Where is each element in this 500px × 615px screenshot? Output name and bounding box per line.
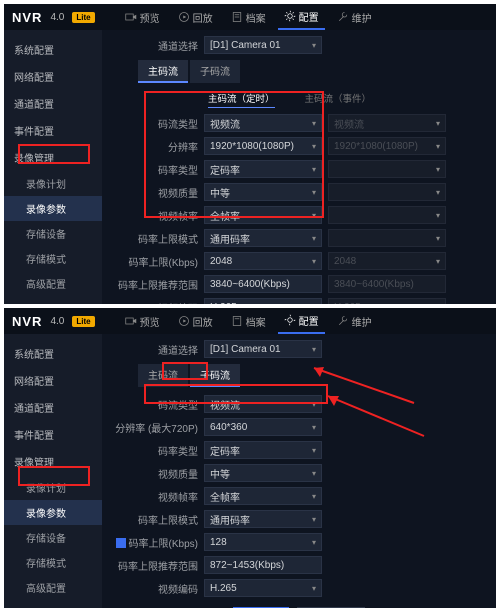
sidebar-item-event[interactable]: 事件配置 [4,117,102,144]
topbar: NVR 4.0 Lite 预览 回放 档案 配置 维护 [4,4,496,30]
tab-archive[interactable]: 档案 [225,309,272,334]
sidebar-item-channel[interactable]: 通道配置 [4,394,102,421]
stream-tabs: 主码流 子码流 [138,364,486,387]
screenshot-2: NVR 4.0 Lite 预览 回放 档案 配置 维护 系统配置 网络配置 通道… [4,308,496,608]
sidebar-sub-params[interactable]: 录像参数 [4,500,102,525]
brand-lite-badge: Lite [72,12,94,23]
codec-select[interactable]: H.265▾ [204,298,322,304]
sidebar-sub-mode[interactable]: 存储模式 [4,246,102,271]
main-tabs: 预览 回放 档案 配置 维护 [119,309,378,334]
stream-tab-sub[interactable]: 子码流 [190,364,240,387]
framerate-select[interactable]: 全帧率▾ [204,487,322,505]
channel-label: 通道选择 [112,342,198,357]
copy-button[interactable]: 复制到 [297,607,365,608]
tab-maintain[interactable]: 维护 [331,309,378,334]
tab-preview[interactable]: 预览 [119,309,166,334]
sidebar: 系统配置 网络配置 通道配置 事件配置 录像管理 录像计划 录像参数 存储设备 … [4,30,102,304]
sidebar-sub-storage[interactable]: 存储设备 [4,221,102,246]
channel-select[interactable]: [D1] Camera 01▾ [204,36,322,54]
sidebar-item-system[interactable]: 系统配置 [4,340,102,367]
tab-config[interactable]: 配置 [278,5,325,30]
codec-select[interactable]: H.265▾ [204,579,322,597]
brand-version: 4.0 [50,316,64,327]
screenshot-1: NVR 4.0 Lite 预览 回放 档案 配置 维护 系统配置 网络配置 通道… [4,4,496,304]
apply-button[interactable]: 应用 [233,607,289,608]
tab-playback[interactable]: 回放 [172,5,219,30]
sidebar-item-network[interactable]: 网络配置 [4,367,102,394]
maxbitrate-select[interactable]: 128▾ [204,533,322,551]
maxmode-select[interactable]: 通用码率▾ [204,229,322,247]
content-pane: 通道选择 [D1] Camera 01▾ 主码流 子码流 主码流（定时） 主码流… [102,30,496,304]
sidebar-item-channel[interactable]: 通道配置 [4,90,102,117]
stream-tab-sub[interactable]: 子码流 [190,60,240,83]
sidebar-sub-advanced[interactable]: 高级配置 [4,271,102,296]
maxbitrate-checkbox[interactable] [116,538,126,548]
sidebar-sub-advanced[interactable]: 高级配置 [4,575,102,600]
maxbitrate-select[interactable]: 2048▾ [204,252,322,270]
resolution-select[interactable]: 640*360▾ [204,418,322,436]
brand-name: NVR [12,314,42,329]
tab-config[interactable]: 配置 [278,309,325,334]
sidebar-item-record[interactable]: 录像管理 [4,144,102,171]
brand-lite-badge: Lite [72,316,94,327]
topbar: NVR 4.0 Lite 预览 回放 档案 配置 维护 [4,308,496,334]
main-tabs: 预览 回放 档案 配置 维护 [119,5,378,30]
maxmode-select[interactable]: 通用码率▾ [204,510,322,528]
sidebar-sub-storage[interactable]: 存储设备 [4,525,102,550]
bitrate-type-select[interactable]: 定码率▾ [204,441,322,459]
sidebar-sub-mode[interactable]: 存储模式 [4,550,102,575]
framerate-select[interactable]: 全帧率▾ [204,206,322,224]
section-head: 主码流（定时） 主码流（事件） [208,91,486,108]
sidebar: 系统配置 网络配置 通道配置 事件配置 录像管理 录像计划 录像参数 存储设备 … [4,334,102,608]
stream-tabs: 主码流 子码流 [138,60,486,83]
channel-label: 通道选择 [112,38,198,53]
stream-type-select[interactable]: 视频流▾ [204,114,322,132]
sidebar-item-event[interactable]: 事件配置 [4,421,102,448]
tab-playback[interactable]: 回放 [172,309,219,334]
tab-maintain[interactable]: 维护 [331,5,378,30]
range-readout: 872~1453(Kbps) [204,556,322,574]
tab-archive[interactable]: 档案 [225,5,272,30]
stream-tab-main[interactable]: 主码流 [138,364,188,387]
quality-select[interactable]: 中等▾ [204,183,322,201]
content-pane: 通道选择 [D1] Camera 01▾ 主码流 子码流 码流类型视频流▾ 分辨… [102,334,496,608]
range-readout: 3840~6400(Kbps) [204,275,322,293]
resolution-select[interactable]: 1920*1080(1080P)▾ [204,137,322,155]
bitrate-type-select[interactable]: 定码率▾ [204,160,322,178]
brand-name: NVR [12,10,42,25]
chevron-down-icon: ▾ [312,41,316,50]
stream-tab-main[interactable]: 主码流 [138,60,188,83]
brand-version: 4.0 [50,12,64,23]
channel-select[interactable]: [D1] Camera 01▾ [204,340,322,358]
stream-type-select[interactable]: 视频流▾ [204,395,322,413]
sidebar-sub-params[interactable]: 录像参数 [4,196,102,221]
sidebar-item-system[interactable]: 系统配置 [4,36,102,63]
sidebar-sub-plan[interactable]: 录像计划 [4,171,102,196]
sidebar-sub-plan[interactable]: 录像计划 [4,475,102,500]
sidebar-item-network[interactable]: 网络配置 [4,63,102,90]
quality-select[interactable]: 中等▾ [204,464,322,482]
tab-preview[interactable]: 预览 [119,5,166,30]
sidebar-item-record[interactable]: 录像管理 [4,448,102,475]
